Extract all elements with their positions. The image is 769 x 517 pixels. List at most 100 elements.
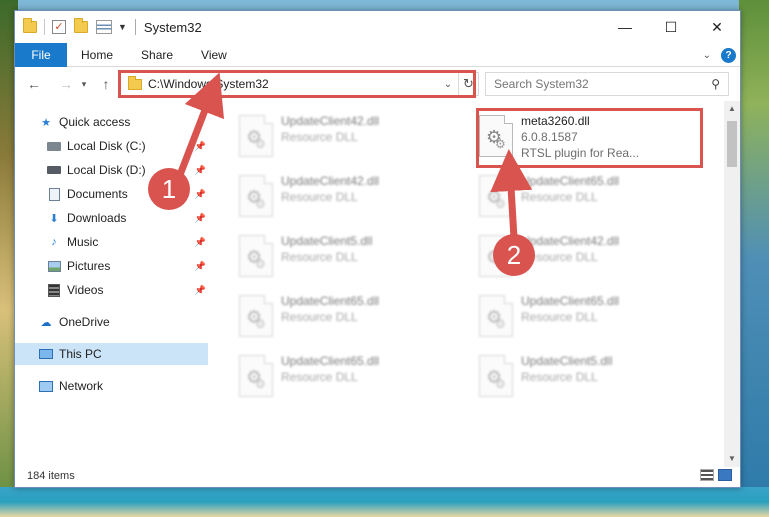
folder-icon [23,18,37,33]
tab-file[interactable]: File [15,42,67,67]
nav-item-label: Local Disk (D:) [67,163,146,177]
large-icons-view-icon[interactable] [718,469,732,481]
help-icon[interactable]: ? [721,47,736,63]
new-folder-icon[interactable] [74,18,88,33]
tab-share[interactable]: Share [127,43,187,67]
scrollbar-thumb[interactable] [727,121,737,167]
file-item-meta3260[interactable]: ⚙ ⚙ meta3260.dll 6.0.8.1587 RTSL plugin f… [473,109,703,167]
address-bar[interactable]: C:\Windows\System32 ⌄ ↻ [119,72,479,96]
nav-item-label: OneDrive [59,315,110,329]
title-divider [134,19,136,35]
file-type: Resource DLL [281,370,358,384]
minimize-button[interactable]: — [602,11,648,43]
file-item[interactable]: ⚙ ⚙ UpdateClient5.dll Resource DLL [233,229,463,287]
nav-item-quick-access[interactable]: ★ Quick access [15,111,210,133]
file-name: meta3260.dll [521,114,590,128]
ribbon-tabs: File Home Share View ⌄ ? [15,42,740,67]
nav-item-music[interactable]: ♪ Music 📌 [15,231,210,253]
dll-file-icon: ⚙⚙ [239,295,273,337]
dll-file-icon: ⚙⚙ [239,175,273,217]
pictures-icon [47,260,61,272]
tab-view[interactable]: View [187,43,241,67]
refresh-icon[interactable]: ↻ [458,73,478,95]
file-item[interactable]: ⚙ ⚙ UpdateClient65.dll Resource DLL [473,169,703,227]
pin-icon: 📌 [194,236,206,247]
vertical-scrollbar[interactable]: ▲ ▼ [724,101,740,467]
item-count: 184 items [27,470,75,482]
nav-item-onedrive[interactable]: ☁ OneDrive [15,311,210,333]
search-input[interactable] [494,77,712,91]
dll-file-icon: ⚙⚙ [239,235,273,277]
file-explorer-window: ✓ ▼ System32 — ☐ ✕ File Home Share View … [14,10,741,488]
recent-locations-icon[interactable]: ▾ [77,73,91,95]
file-item[interactable]: ⚙⚙ UpdateClient42.dll Resource DLL [233,109,463,167]
maximize-button[interactable]: ☐ [648,11,694,43]
file-name: UpdateClient5.dll [521,354,613,368]
onedrive-icon: ☁ [40,316,52,329]
file-type: Resource DLL [281,190,358,204]
this-pc-icon [39,349,53,359]
star-icon: ★ [41,116,51,129]
step-2-badge: 2 [493,234,535,276]
chevron-down-icon[interactable]: ⌄ [438,79,458,90]
file-item[interactable]: ⚙ ⚙ UpdateClient65.dll Resource DLL [473,289,703,347]
nav-item-label: Local Disk (C:) [67,139,146,153]
file-version: 6.0.8.1587 [521,130,578,144]
ribbon-right-controls: ⌄ ? [703,43,736,67]
nav-item-local-disk-c[interactable]: Local Disk (C:) 📌 [15,135,210,157]
file-description: RTSL plugin for Rea... [521,146,640,160]
nav-item-network[interactable]: Network [15,375,210,397]
file-name: UpdateClient42.dll [281,114,380,128]
nav-item-label: Documents [67,187,128,201]
desktop-background-sea [0,487,769,517]
file-name: UpdateClient65.dll [281,294,380,308]
search-icon[interactable]: ⚲ [711,77,720,91]
dll-file-icon: ⚙⚙ [479,115,513,157]
file-name: UpdateClient5.dll [281,234,373,248]
up-arrow-icon[interactable]: ↑ [95,73,117,95]
title-bar: ✓ ▼ System32 — ☐ ✕ [15,11,740,43]
nav-item-label: Pictures [67,259,111,273]
nav-item-this-pc[interactable]: This PC [15,343,208,365]
forward-arrow-icon[interactable]: → [55,73,77,95]
view-switcher [700,469,732,481]
details-view-icon[interactable] [700,469,714,481]
dll-file-icon: ⚙⚙ [479,175,513,217]
quick-access-toolbar: ✓ ▼ [15,18,127,35]
expand-ribbon-icon[interactable]: ⌄ [703,50,711,61]
nav-item-label: This PC [59,347,102,361]
file-name: UpdateClient42.dll [521,234,620,248]
drive-icon [47,166,61,174]
nav-item-pictures[interactable]: Pictures 📌 [15,255,210,277]
nav-item-downloads[interactable]: ⬇ Downloads 📌 [15,207,210,229]
file-type: Resource DLL [521,370,598,384]
drive-icon [47,141,61,151]
pin-icon: 📌 [194,188,206,199]
scroll-up-icon[interactable]: ▲ [724,101,740,117]
dll-file-icon: ⚙⚙ [239,115,273,157]
file-list: ⚙ ⚙ UpdateClient42.dll Resource DLL ⚙ ⚙ Upd… [217,107,727,467]
file-type: Resource DLL [281,130,358,144]
address-path[interactable]: C:\Windows\System32 [148,77,438,91]
properties-check-icon[interactable]: ✓ [52,20,66,34]
back-arrow-icon[interactable]: ← [23,73,45,95]
search-box[interactable]: ⚲ [485,72,729,96]
file-item[interactable]: ⚙⚙ UpdateClient42.dll Resource DLL [233,169,463,227]
nav-item-videos[interactable]: Videos 📌 [15,279,210,301]
file-type: Resource DLL [281,250,358,264]
file-item[interactable]: ⚙ ⚙ UpdateClient5.dll Resource DLL [473,349,703,407]
customize-toolbar-icon[interactable]: ▼ [118,22,127,32]
close-button[interactable]: ✕ [694,11,740,43]
tab-home[interactable]: Home [67,43,127,67]
documents-icon [48,187,60,201]
properties-icon[interactable] [96,20,112,34]
nav-item-label: Downloads [67,211,127,225]
file-item[interactable]: ⚙ ⚙ UpdateClient65.dll Resource DLL [233,349,463,407]
dll-file-icon: ⚙⚙ [479,355,513,397]
file-name: UpdateClient42.dll [281,174,380,188]
file-type: Resource DLL [521,310,598,324]
file-type: Resource DLL [521,250,598,264]
videos-icon [48,283,60,297]
file-item[interactable]: ⚙ ⚙ UpdateClient65.dll Resource DLL [233,289,463,347]
file-name: UpdateClient65.dll [281,354,380,368]
